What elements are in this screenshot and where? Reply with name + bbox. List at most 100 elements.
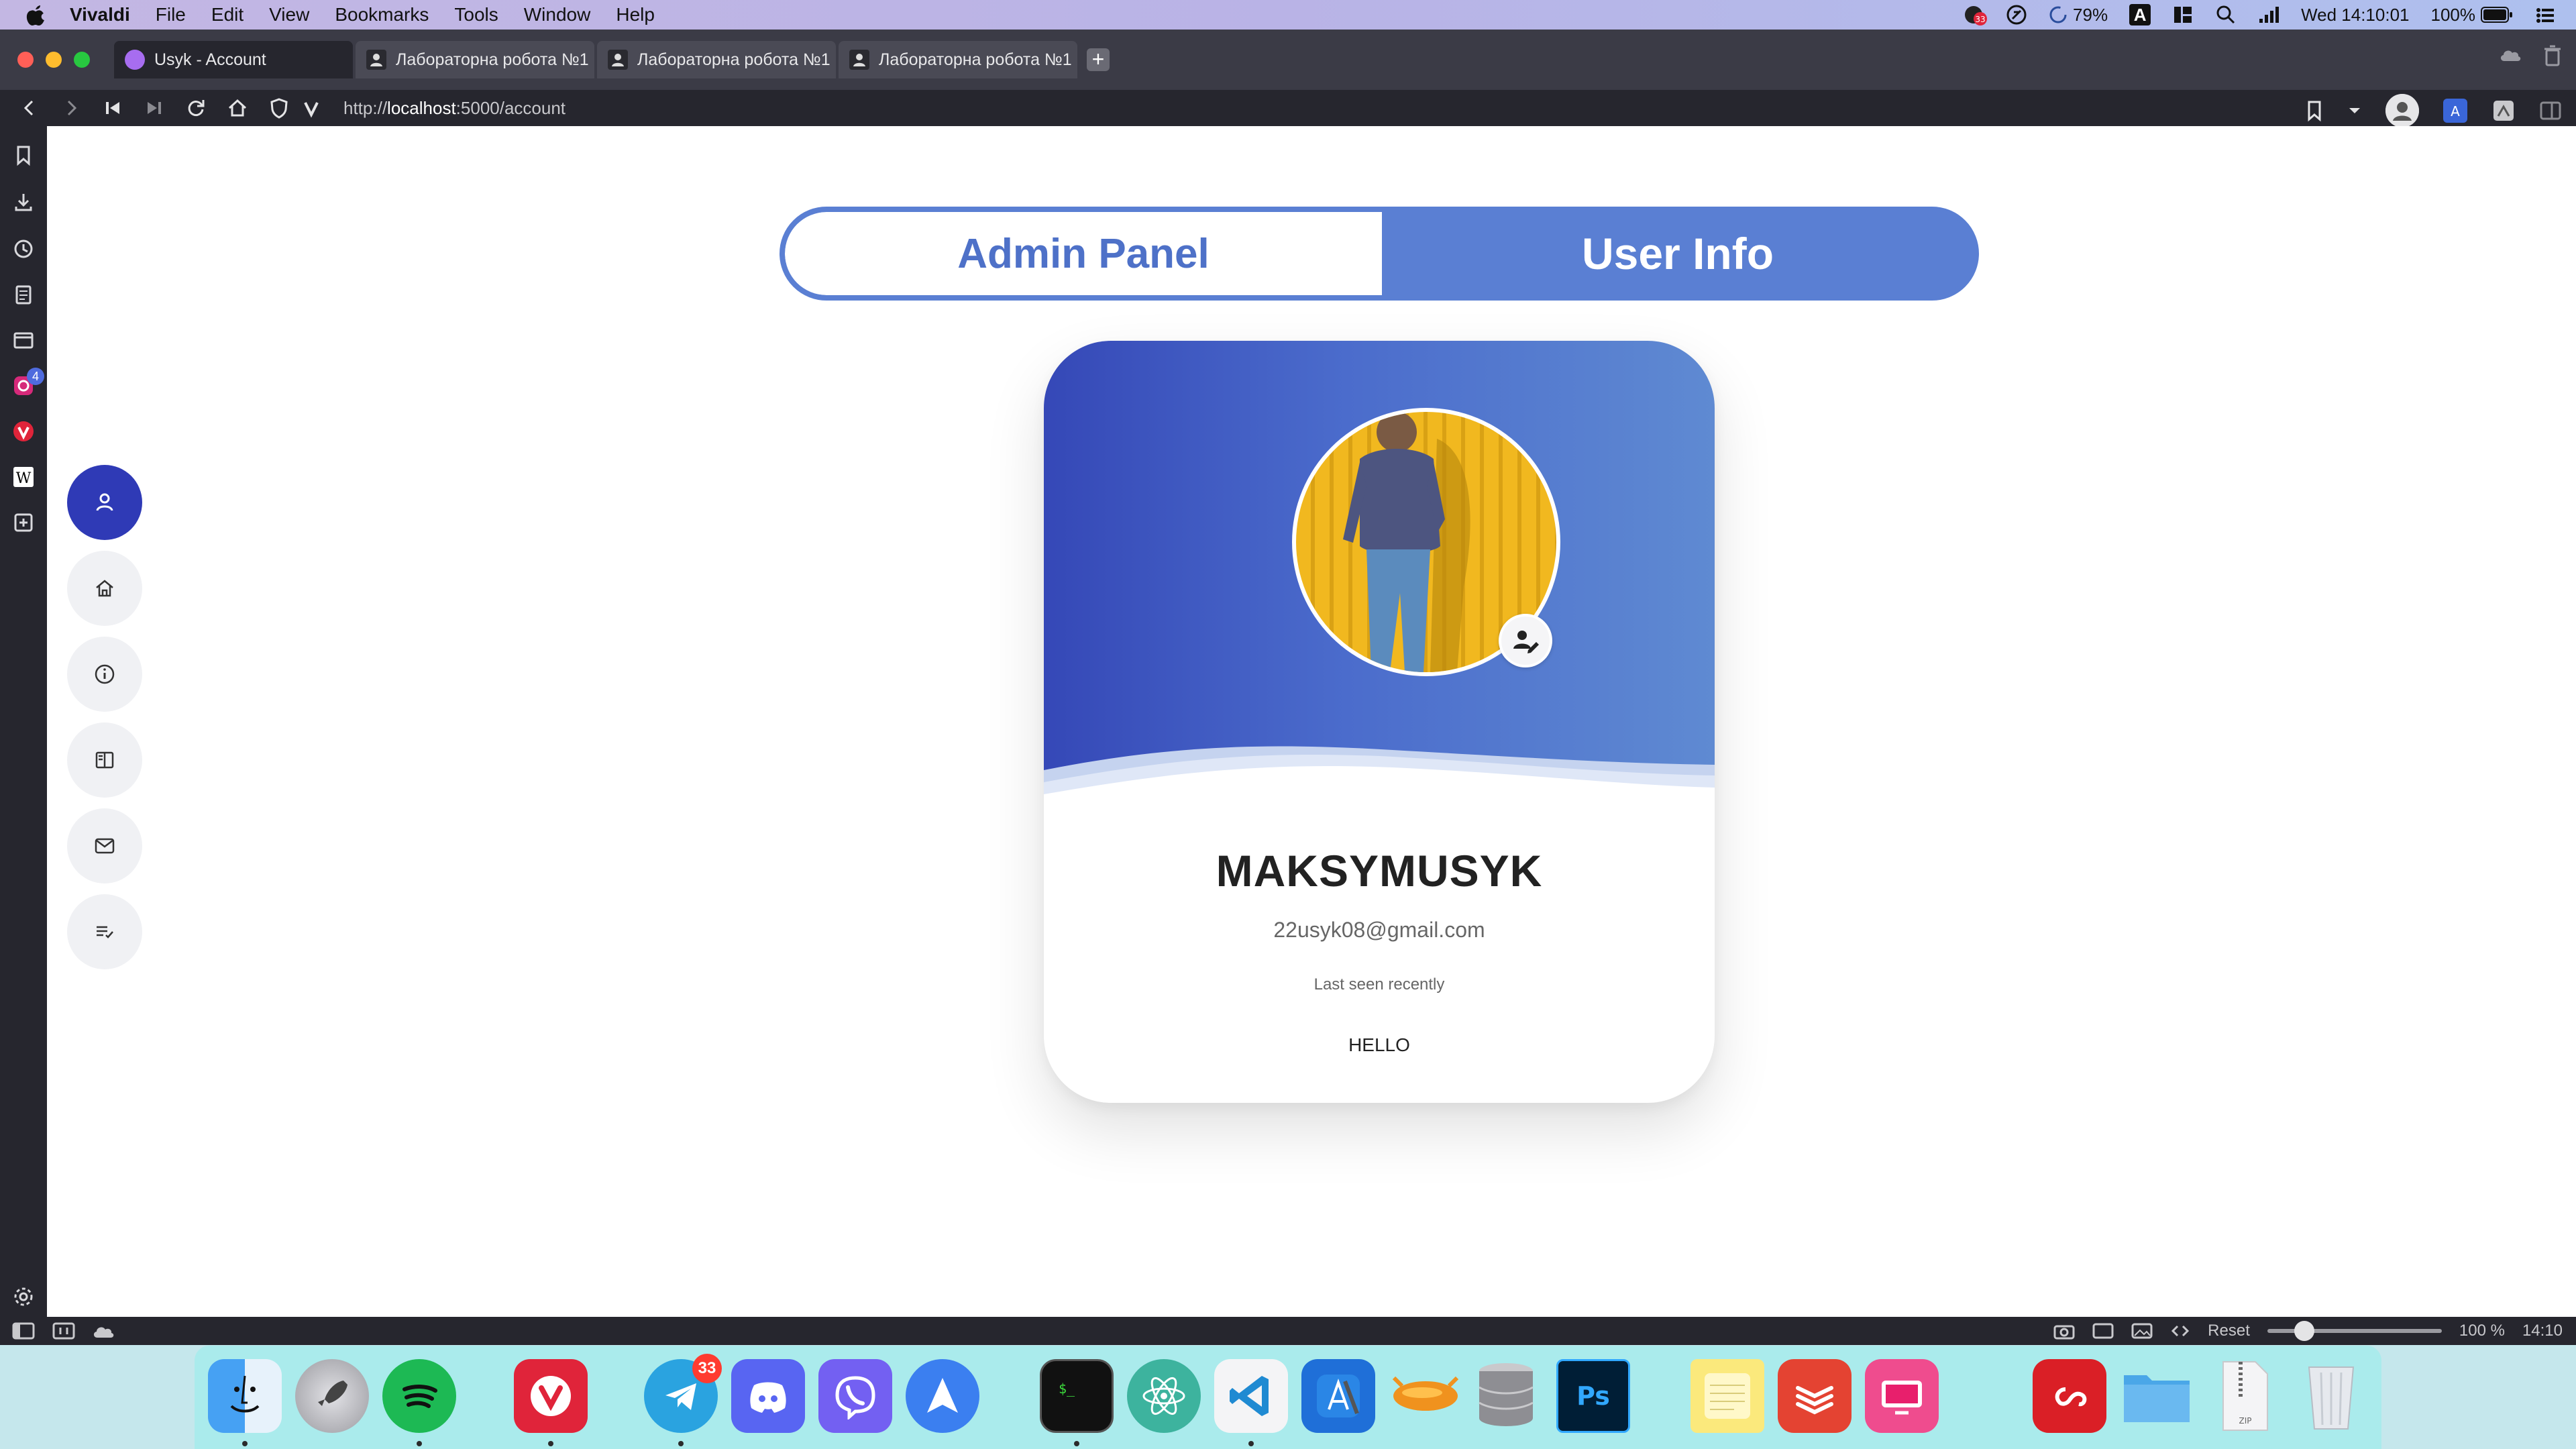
window-icon[interactable]	[12, 329, 35, 352]
spotify-icon[interactable]	[382, 1359, 456, 1433]
menu-bookmarks[interactable]: Bookmarks	[335, 4, 429, 25]
telegram-icon[interactable]: 33	[644, 1354, 722, 1433]
notification-app-icon[interactable]: 33	[1963, 4, 1988, 25]
user-edit-icon	[1513, 631, 1539, 653]
cleanmymac-icon[interactable]	[1865, 1359, 1939, 1433]
spark-icon[interactable]	[906, 1359, 979, 1433]
url-field[interactable]: http://localhost:5000/account	[343, 98, 566, 119]
zoom-slider[interactable]	[2267, 1321, 2442, 1341]
panel-toggle-icon[interactable]	[2538, 99, 2563, 123]
spotlight-search-icon[interactable]	[2215, 4, 2237, 25]
photoshop-icon[interactable]: Ps	[1556, 1359, 1630, 1433]
minimize-window-button[interactable]	[46, 52, 62, 68]
notes-icon[interactable]	[1690, 1359, 1764, 1433]
xcode-icon[interactable]	[1301, 1359, 1375, 1433]
reload-icon[interactable]	[184, 96, 208, 120]
window-manager-icon[interactable]	[2172, 4, 2194, 25]
history-icon[interactable]	[12, 237, 35, 260]
user-info-tab[interactable]: User Info	[1382, 212, 1974, 295]
bookmark-add-icon[interactable]	[2305, 99, 2324, 122]
apple-logo-icon[interactable]	[25, 3, 46, 26]
menu-view[interactable]: View	[269, 4, 309, 25]
vivaldi-icon[interactable]	[12, 420, 35, 443]
todoist-icon[interactable]	[1778, 1359, 1851, 1433]
dropdown-chevron-icon[interactable]	[2347, 104, 2363, 117]
sync-cloud-icon[interactable]	[2498, 44, 2522, 64]
add-panel-icon[interactable]	[12, 511, 35, 534]
vscode-icon[interactable]	[1214, 1359, 1288, 1433]
tab-lab-2[interactable]: Лабораторна робота №1	[597, 41, 836, 78]
viber-icon[interactable]	[818, 1359, 892, 1433]
settings-gear-icon[interactable]	[12, 1285, 35, 1308]
back-icon[interactable]	[17, 96, 42, 120]
menu-app-name[interactable]: Vivaldi	[70, 4, 130, 25]
terminal-icon[interactable]: $_	[1040, 1359, 1114, 1433]
vivaldi-app-icon[interactable]	[514, 1359, 588, 1433]
home-icon[interactable]	[225, 96, 250, 120]
zip-archive-icon[interactable]: ZIP	[2207, 1359, 2281, 1433]
sync-cloud-icon[interactable]	[91, 1322, 115, 1340]
translate-icon[interactable]: A	[2442, 97, 2469, 124]
tab-lab-3[interactable]: Лабораторна робота №1	[839, 41, 1077, 78]
control-center-icon[interactable]	[2534, 4, 2556, 25]
folder-icon[interactable]	[2120, 1359, 2194, 1433]
bookmark-icon[interactable]	[12, 144, 35, 166]
tab-lab-1[interactable]: Лабораторна робота №1	[356, 41, 594, 78]
download-icon[interactable]	[12, 191, 35, 213]
menu-help[interactable]: Help	[616, 4, 655, 25]
creative-cloud-icon[interactable]	[2033, 1359, 2106, 1433]
shield-icon[interactable]	[267, 96, 291, 120]
nav-home-button[interactable]	[67, 551, 142, 626]
close-window-button[interactable]	[17, 52, 34, 68]
menu-window[interactable]: Window	[524, 4, 591, 25]
running-indicator	[678, 1441, 684, 1446]
trash-can-icon[interactable]	[2294, 1359, 2368, 1433]
zoom-slider-knob[interactable]	[2294, 1321, 2314, 1341]
transmit-icon[interactable]	[1389, 1359, 1462, 1433]
signal-icon[interactable]	[2258, 4, 2279, 25]
vivaldi-menu-icon[interactable]	[299, 96, 323, 120]
image-toggle-icon[interactable]	[2131, 1322, 2153, 1340]
instagram-icon[interactable]: 4	[12, 368, 44, 397]
menu-file[interactable]: File	[156, 4, 186, 25]
profile-avatar-icon[interactable]	[2385, 94, 2419, 127]
capture-icon[interactable]	[2053, 1322, 2075, 1340]
maximize-window-button[interactable]	[74, 52, 90, 68]
forward-icon[interactable]	[59, 96, 83, 120]
wikipedia-icon[interactable]: W	[12, 466, 35, 488]
nav-book-button[interactable]	[67, 722, 142, 798]
launchpad-icon[interactable]	[295, 1359, 369, 1433]
power-indicator[interactable]: 100%	[2431, 5, 2514, 25]
battery-indicator[interactable]: 79%	[2049, 5, 2108, 25]
tab-title: Лабораторна робота №1	[879, 50, 1072, 69]
panel-toggle-icon[interactable]	[12, 1322, 35, 1340]
menubar-clock[interactable]: Wed 14:10:01	[2301, 5, 2409, 25]
menu-tools[interactable]: Tools	[454, 4, 498, 25]
keyboard-layout-icon[interactable]: A	[2129, 4, 2151, 25]
new-tab-button[interactable]: +	[1087, 48, 1110, 71]
playlist-icon	[97, 926, 113, 938]
tab-account[interactable]: Usyk - Account	[114, 41, 353, 78]
page-actions-icon[interactable]	[2170, 1322, 2190, 1340]
admin-panel-tab[interactable]: Admin Panel	[785, 212, 1382, 295]
discord-icon[interactable]	[731, 1359, 805, 1433]
tiling-icon[interactable]	[2092, 1322, 2114, 1340]
atom-icon[interactable]	[1127, 1359, 1201, 1433]
zoom-reset-button[interactable]: Reset	[2208, 1322, 2250, 1340]
rewind-icon[interactable]	[101, 96, 125, 120]
trash-icon[interactable]	[2542, 44, 2563, 67]
database-icon[interactable]	[1469, 1359, 1543, 1433]
extension-icon[interactable]	[2491, 99, 2516, 123]
fast-forward-icon[interactable]	[142, 96, 166, 120]
edit-profile-button[interactable]	[1499, 614, 1552, 667]
finder-icon[interactable]	[208, 1359, 282, 1433]
menu-edit[interactable]: Edit	[211, 4, 244, 25]
nav-account-button[interactable]	[67, 465, 142, 540]
notes-icon[interactable]	[12, 283, 35, 306]
speed-icon[interactable]	[2006, 4, 2027, 25]
nav-info-button[interactable]	[67, 637, 142, 712]
nav-mail-button[interactable]	[67, 808, 142, 883]
nav-playlist-button[interactable]	[67, 894, 142, 969]
tab-tiling-icon[interactable]	[52, 1322, 75, 1340]
tab-title: Лабораторна робота №1	[637, 50, 830, 69]
